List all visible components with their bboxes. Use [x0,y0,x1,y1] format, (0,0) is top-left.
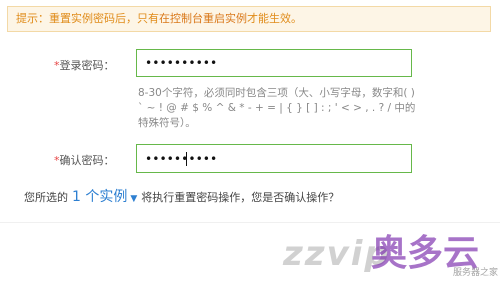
footer-divider [0,222,500,223]
site-watermark: zzvip 奥多云 服务器之家 [283,224,498,280]
confirmation-summary: 您所选的 1 个实例 ▼ 将执行重置密码操作，您是否确认操作？ [24,186,339,206]
notice-suffix: 才能生效。 [247,12,302,25]
password-rules-hint: 8-30个字符，必须同时包含三项（大、小写字母，数字和( ) ` ~ ! @ #… [138,87,416,129]
password-input[interactable] [137,50,411,76]
summary-before: 您所选的 [24,191,68,204]
chevron-down-icon[interactable]: ▼ [130,194,137,204]
notice-prefix: 提示：重置实例密码后，只有 [16,12,159,25]
confirm-password-input[interactable] [137,145,411,172]
password-label: *登录密码： [54,57,115,73]
summary-after: 将执行重置密码操作，您是否确认操作？ [141,191,340,204]
notice-emphasis: 在控制台重启实例 [159,12,247,25]
confirm-label-text: 确认密码： [59,154,115,167]
confirm-password-label: *确认密码： [54,152,115,168]
watermark-site: 服务器之家 [452,268,498,278]
confirm-password-field[interactable] [136,144,412,173]
password-field[interactable] [136,49,412,77]
password-label-text: 登录密码： [59,59,115,72]
selected-instances-link[interactable]: 1 个实例 [72,186,127,206]
text-caret [186,152,187,166]
reset-password-notice: 提示：重置实例密码后，只有在控制台重启实例才能生效。 [7,6,491,32]
